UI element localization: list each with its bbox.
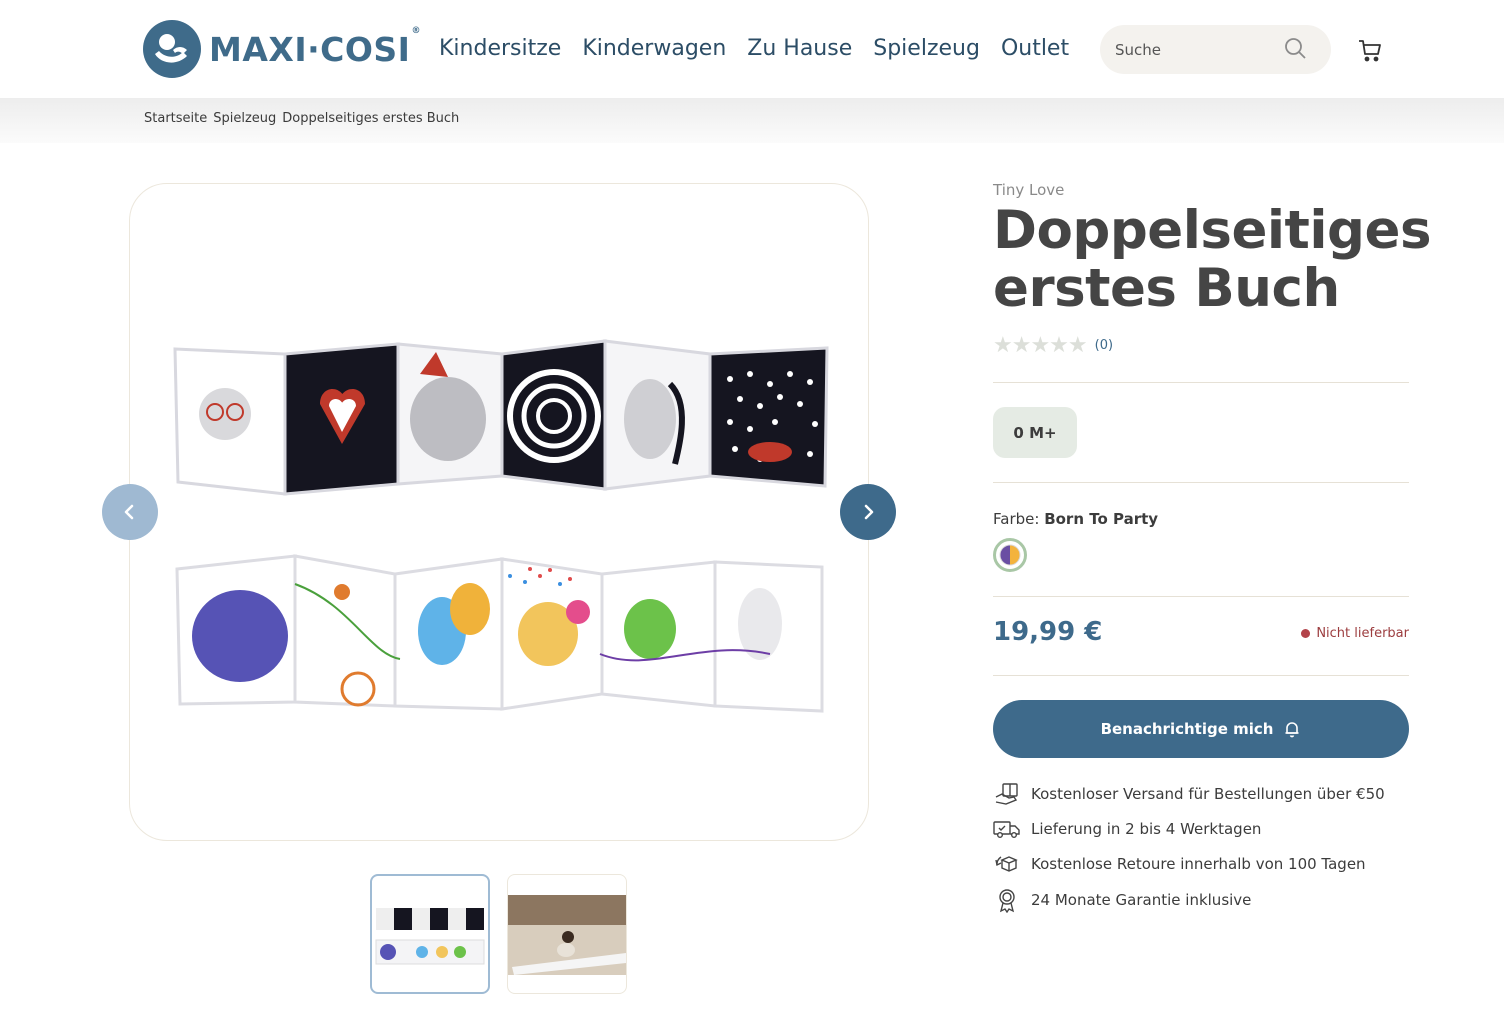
main-nav: Kindersitze Kinderwagen Zu Hause Spielze…	[439, 30, 1090, 68]
gallery-prev-button[interactable]	[102, 484, 158, 540]
gallery-next-button[interactable]	[840, 484, 896, 540]
usp-text: Kostenloser Versand für Bestellungen übe…	[1031, 785, 1385, 803]
breadcrumb-spielzeug[interactable]: Spielzeug	[213, 111, 276, 126]
return-box-icon	[993, 850, 1021, 878]
stock-status: Nicht lieferbar	[1301, 626, 1409, 641]
breadcrumb-current: Doppelseitiges erstes Buch	[282, 111, 460, 126]
site-header: MAXI·COSI® Kindersitze Kinderwagen Zu Ha…	[0, 0, 1504, 98]
color-value: Born To Party	[1044, 510, 1159, 528]
product-image	[173, 339, 829, 713]
shipping-gift-icon	[993, 780, 1021, 808]
usp-free-returns: Kostenlose Retoure innerhalb von 100 Tag…	[993, 850, 1366, 878]
maxi-cosi-logo[interactable]: MAXI·COSI®	[143, 20, 420, 78]
swatch-icon	[999, 544, 1021, 566]
delivery-truck-icon	[993, 815, 1021, 843]
usp-free-shipping: Kostenloser Versand für Bestellungen übe…	[993, 780, 1385, 808]
age-badge: 0 M+	[993, 407, 1077, 458]
breadcrumb-startseite[interactable]: Startseite	[144, 111, 207, 126]
nav-outlet[interactable]: Outlet	[1001, 30, 1069, 68]
usp-delivery-time: Lieferung in 2 bis 4 Werktagen	[993, 815, 1261, 843]
product-image-gallery[interactable]	[129, 183, 869, 841]
usp-text: Kostenlose Retoure innerhalb von 100 Tag…	[1031, 855, 1366, 873]
product-title: Doppelseitiges erstes Buch	[993, 200, 1432, 319]
usp-text: 24 Monate Garantie inklusive	[1031, 891, 1252, 909]
nav-kinderwagen[interactable]: Kinderwagen	[582, 30, 726, 68]
divider	[993, 482, 1409, 483]
notify-me-button[interactable]: Benachrichtige mich	[993, 700, 1409, 758]
usp-warranty: 24 Monate Garantie inklusive	[993, 886, 1251, 914]
logo-mark-icon	[143, 20, 201, 78]
cart-icon[interactable]	[1357, 37, 1383, 63]
product-brand[interactable]: Tiny Love	[993, 181, 1064, 199]
nav-kindersitze[interactable]: Kindersitze	[439, 30, 561, 68]
breadcrumb: Startseite Spielzeug Doppelseitiges erst…	[144, 111, 465, 126]
stock-text: Nicht lieferbar	[1316, 626, 1409, 641]
search-input[interactable]	[1115, 25, 1275, 74]
status-dot-icon	[1301, 629, 1311, 638]
divider	[993, 382, 1409, 383]
rating-count[interactable]: (0)	[1095, 338, 1113, 353]
usp-text: Lieferung in 2 bis 4 Werktagen	[1031, 820, 1262, 838]
bell-icon	[1285, 722, 1299, 738]
nav-spielzeug[interactable]: Spielzeug	[873, 30, 980, 68]
thumbnail-image	[375, 908, 485, 965]
nav-zu-hause[interactable]: Zu Hause	[747, 30, 852, 68]
color-label: Farbe: Born To Party	[993, 510, 1159, 528]
color-swatch-born-to-party[interactable]	[993, 538, 1027, 572]
notify-me-label: Benachrichtige mich	[1100, 720, 1274, 738]
logo-wordmark: MAXI·COSI®	[209, 25, 421, 69]
search-icon[interactable]	[1283, 36, 1307, 60]
thumbnail-2[interactable]	[507, 874, 627, 994]
product-rating[interactable]: ★★★★★ (0)	[993, 333, 1113, 358]
divider	[993, 596, 1409, 597]
chevron-left-icon	[124, 504, 134, 520]
warranty-badge-icon	[993, 886, 1021, 914]
chevron-right-icon	[864, 504, 874, 520]
product-price: 19,99 €	[993, 617, 1103, 647]
thumbnail-image	[508, 895, 626, 975]
thumbnail-1[interactable]	[370, 874, 490, 994]
rating-stars: ★★★★★	[993, 333, 1088, 358]
divider	[993, 675, 1409, 676]
